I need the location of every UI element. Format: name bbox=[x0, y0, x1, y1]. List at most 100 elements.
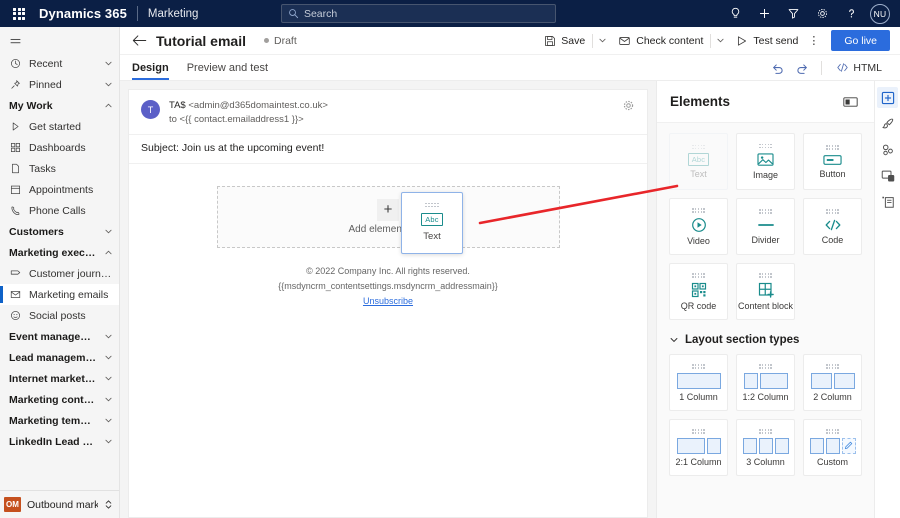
element-tile-qr-code[interactable]: QR code bbox=[669, 263, 728, 320]
recipient-line: to <{{ contact.emailaddress1 }}> bbox=[169, 113, 304, 125]
sidebar-group-my-work[interactable]: My Work bbox=[0, 95, 119, 116]
filter-icon[interactable] bbox=[779, 0, 808, 27]
drag-handle-icon[interactable] bbox=[758, 273, 773, 278]
drag-handle-icon[interactable] bbox=[758, 429, 773, 434]
layout-tile-1-2-column[interactable]: 1:2 Column bbox=[736, 354, 795, 411]
overflow-menu-icon[interactable]: ⋮ bbox=[805, 30, 823, 52]
sender-name: TA$ bbox=[169, 100, 186, 111]
gear-icon[interactable] bbox=[808, 0, 837, 27]
sidebar-group-lead-management[interactable]: Lead management bbox=[0, 347, 119, 368]
layout-tile-custom[interactable]: Custom bbox=[803, 419, 862, 476]
drag-handle-icon[interactable] bbox=[691, 273, 706, 278]
check-content-button[interactable]: Check content bbox=[611, 30, 710, 52]
sidebar-item-pinned[interactable]: Pinned bbox=[0, 74, 119, 95]
personalization-icon[interactable] bbox=[877, 139, 898, 160]
go-live-button[interactable]: Go live bbox=[831, 30, 890, 51]
sidebar-item-dashboards[interactable]: Dashboards bbox=[0, 137, 119, 158]
element-tile-code[interactable]: Code bbox=[803, 198, 862, 255]
add-element-plus-icon[interactable]: + bbox=[377, 198, 399, 221]
app-launcher-icon[interactable] bbox=[8, 7, 30, 20]
element-tile-image[interactable]: Image bbox=[736, 133, 795, 190]
drag-handle-icon[interactable] bbox=[758, 143, 773, 149]
sidebar-item-marketing-emails[interactable]: Marketing emails bbox=[0, 284, 119, 305]
pin-icon bbox=[9, 79, 22, 90]
layout-tile-label: 2 Column bbox=[813, 391, 852, 402]
sidebar-item-appointments[interactable]: Appointments bbox=[0, 179, 119, 200]
drag-handle-icon[interactable] bbox=[758, 209, 773, 214]
footer-unsubscribe-link[interactable]: Unsubscribe bbox=[363, 296, 413, 306]
add-element-dropzone[interactable]: + Add element here bbox=[216, 185, 560, 248]
back-arrow-icon[interactable] bbox=[132, 34, 147, 47]
sidebar-item-label: Social posts bbox=[29, 309, 86, 322]
brand-title[interactable]: Dynamics 365 bbox=[39, 6, 127, 21]
undo-icon[interactable] bbox=[767, 57, 789, 79]
redo-icon[interactable] bbox=[791, 57, 813, 79]
email-subject[interactable]: Subject: Join us at the upcoming event! bbox=[129, 135, 647, 164]
test-send-button[interactable]: Test send bbox=[729, 30, 805, 52]
sidebar-item-phone-calls[interactable]: Phone Calls bbox=[0, 200, 119, 221]
layout-tile-2-1-column[interactable]: 2:1 Column bbox=[669, 419, 728, 476]
lightbulb-icon[interactable] bbox=[721, 0, 750, 27]
drag-handle-icon[interactable] bbox=[758, 364, 773, 369]
drag-handle-icon[interactable] bbox=[691, 208, 706, 213]
sidebar-item-recent[interactable]: Recent bbox=[0, 53, 119, 74]
chevron-down-icon bbox=[104, 80, 113, 89]
sidebar-group-marketing-content[interactable]: Marketing content bbox=[0, 389, 119, 410]
search-input-placeholder[interactable]: Search bbox=[304, 8, 337, 20]
drag-handle-icon[interactable] bbox=[425, 202, 439, 208]
drag-handle-icon[interactable] bbox=[825, 429, 840, 434]
add-element-icon[interactable] bbox=[877, 87, 898, 108]
collapse-panel-icon[interactable] bbox=[839, 91, 861, 113]
email-footer: © 2022 Company Inc. All rights reserved.… bbox=[129, 264, 647, 310]
app-area-label[interactable]: Marketing bbox=[148, 8, 199, 20]
save-dropdown-chevron-icon[interactable] bbox=[593, 30, 611, 52]
layout-section-header[interactable]: Layout section types bbox=[669, 334, 862, 346]
sidebar-group-marketing-execution[interactable]: Marketing execution bbox=[0, 242, 119, 263]
html-code-button[interactable]: HTML bbox=[830, 57, 888, 79]
drag-handle-icon[interactable] bbox=[691, 144, 706, 150]
save-button[interactable]: Save bbox=[537, 30, 592, 52]
check-content-label: Check content bbox=[636, 34, 704, 47]
sidebar-item-get-started[interactable]: Get started bbox=[0, 116, 119, 137]
element-tile-video[interactable]: Video bbox=[669, 198, 728, 255]
sidebar-group-internet-marketing[interactable]: Internet marketing bbox=[0, 368, 119, 389]
drag-handle-icon[interactable] bbox=[825, 145, 840, 150]
layout-preview-icon bbox=[676, 437, 721, 454]
sidebar-group-customers[interactable]: Customers bbox=[0, 221, 119, 242]
drag-handle-icon[interactable] bbox=[825, 364, 840, 369]
check-content-dropdown-chevron-icon[interactable] bbox=[711, 30, 729, 52]
layout-tile-2-column[interactable]: 2 Column bbox=[803, 354, 862, 411]
templates-icon[interactable] bbox=[877, 191, 898, 212]
user-avatar[interactable]: NU bbox=[869, 3, 890, 24]
style-brush-icon[interactable] bbox=[877, 113, 898, 134]
plus-icon[interactable] bbox=[750, 0, 779, 27]
sidebar-group-marketing-templates[interactable]: Marketing templates bbox=[0, 410, 119, 431]
layout-tile-1-column[interactable]: 1 Column bbox=[669, 354, 728, 411]
sidebar-group-linkedin-lead-gen[interactable]: LinkedIn Lead Gen bbox=[0, 431, 119, 452]
tab-design[interactable]: Design bbox=[132, 55, 169, 81]
drag-handle-icon[interactable] bbox=[825, 209, 840, 214]
preview-devices-icon[interactable] bbox=[877, 165, 898, 186]
sidebar-item-social-posts[interactable]: Social posts bbox=[0, 305, 119, 326]
sidebar-item-tasks[interactable]: Tasks bbox=[0, 158, 119, 179]
layout-preview-icon bbox=[810, 372, 855, 389]
drag-handle-icon[interactable] bbox=[691, 364, 706, 369]
calendar-icon bbox=[9, 184, 22, 195]
element-tile-button[interactable]: Button bbox=[803, 133, 862, 190]
area-switcher[interactable]: OM Outbound market... bbox=[0, 490, 119, 518]
drag-handle-icon[interactable] bbox=[691, 429, 706, 434]
email-settings-gear-icon[interactable] bbox=[622, 99, 635, 112]
global-search[interactable]: Search bbox=[280, 4, 556, 23]
chevron-down-icon bbox=[104, 395, 113, 404]
site-map-toggle-icon[interactable] bbox=[0, 29, 119, 53]
dynamics-365-marketing-app: Dynamics 365 Marketing Search NU Recent … bbox=[0, 0, 900, 518]
element-tile-content-block[interactable]: Content block bbox=[736, 263, 795, 320]
sidebar-item-customer-journeys[interactable]: Customer journeys bbox=[0, 263, 119, 284]
sidebar-group-event-management[interactable]: Event management bbox=[0, 326, 119, 347]
element-tile-divider[interactable]: Divider bbox=[736, 198, 795, 255]
dragged-text-element-card[interactable]: Abc Text bbox=[401, 191, 463, 254]
layout-tile-3-column[interactable]: 3 Column bbox=[736, 419, 795, 476]
tab-preview-and-test[interactable]: Preview and test bbox=[187, 55, 268, 81]
help-icon[interactable] bbox=[837, 0, 866, 27]
element-tile-text[interactable]: Abc Text bbox=[669, 133, 728, 190]
